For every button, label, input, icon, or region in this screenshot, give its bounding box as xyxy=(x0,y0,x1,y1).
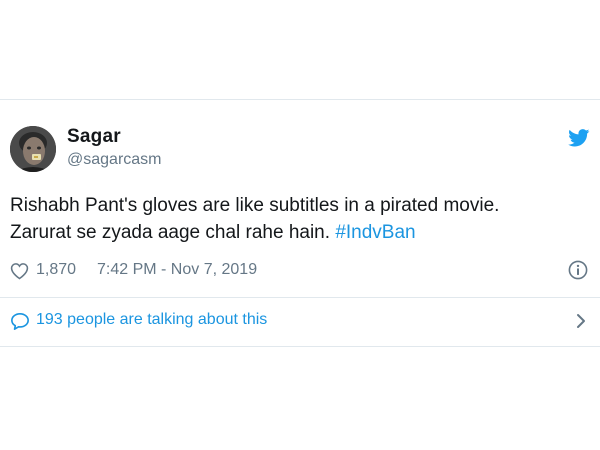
timestamp-link[interactable]: 7:42 PM - Nov 7, 2019 xyxy=(97,261,257,279)
tweet-text-line-2: Zarurat se zyada aage chal rahe hain. #I… xyxy=(10,219,585,246)
info-icon[interactable] xyxy=(568,260,588,280)
tweet-meta: 1,870 7:42 PM - Nov 7, 2019 xyxy=(10,260,590,282)
conversation-link[interactable]: 193 people are talking about this xyxy=(10,309,590,333)
hashtag-link[interactable]: #IndvBan xyxy=(335,222,415,243)
chevron-right-icon[interactable] xyxy=(575,313,587,329)
author-handle[interactable]: @sagarcasm xyxy=(67,151,162,169)
user-avatar-image xyxy=(10,126,56,172)
tweet-text: Rishabh Pant's gloves are like subtitles… xyxy=(10,192,585,246)
divider xyxy=(0,297,600,298)
tweet-text-line-2-body: Zarurat se zyada aage chal rahe hain. xyxy=(10,222,336,243)
author-name[interactable]: Sagar xyxy=(67,126,121,148)
like-count[interactable]: 1,870 xyxy=(36,261,76,279)
tweet-card: Sagar @sagarcasm Rishabh Pant's gloves a… xyxy=(0,99,600,347)
heart-icon[interactable] xyxy=(10,262,29,280)
conversation-label[interactable]: 193 people are talking about this xyxy=(36,311,267,329)
avatar[interactable] xyxy=(10,126,56,172)
twitter-bird-icon[interactable] xyxy=(568,129,590,147)
speech-bubble-icon xyxy=(11,312,29,331)
tweet-text-line-1: Rishabh Pant's gloves are like subtitles… xyxy=(10,195,500,216)
page: Sagar @sagarcasm Rishabh Pant's gloves a… xyxy=(0,0,600,450)
